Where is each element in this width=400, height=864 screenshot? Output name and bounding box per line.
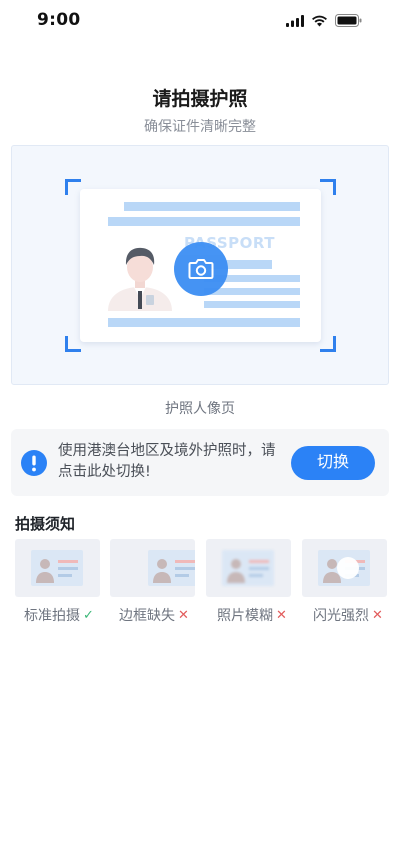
frame-corner-top-left — [65, 179, 81, 195]
passport-line — [124, 202, 300, 211]
frame-corner-top-right — [320, 179, 336, 195]
passport-line — [204, 301, 300, 308]
cross-icon: ✕ — [178, 607, 189, 623]
cross-icon: ✕ — [372, 607, 383, 623]
tip-thumbnail-standard — [15, 539, 100, 597]
person-portrait-icon — [108, 247, 172, 311]
frame-corner-bottom-right — [320, 336, 336, 352]
page-title: 请拍摄护照 — [152, 88, 248, 110]
tip-card — [222, 550, 274, 586]
tip-card — [31, 550, 83, 586]
tip-thumbnail-border-missing — [110, 539, 195, 597]
tip-label-text: 边框缺失 — [119, 608, 175, 624]
person-icon — [227, 559, 269, 583]
person-icon — [36, 559, 78, 583]
frame-corner-bottom-left — [65, 336, 81, 352]
notice-banner: 使用港澳台地区及境外护照时，请点击此处切换! 切换 — [11, 429, 389, 496]
tips-heading: 拍摄须知 — [15, 515, 76, 533]
capture-label: 护照人像页 — [165, 401, 235, 417]
signal-icon — [286, 14, 304, 27]
tip-card — [148, 550, 195, 586]
tip-label-standard: 标准拍摄 ✓ — [24, 605, 94, 625]
tip-card — [318, 550, 370, 586]
info-icon — [21, 450, 47, 476]
switch-button[interactable]: 切换 — [291, 446, 375, 480]
battery-icon — [335, 14, 362, 27]
tip-label-glare: 闪光强烈 ✕ — [313, 605, 383, 625]
tip-label-text: 照片模糊 — [217, 608, 273, 624]
status-time: 9:00 — [37, 10, 81, 30]
passport-capture-area[interactable]: PASSPORT — [11, 145, 389, 385]
wifi-icon — [312, 15, 327, 26]
passport-line — [108, 217, 300, 226]
tip-label-border-missing: 边框缺失 ✕ — [119, 605, 189, 625]
check-icon: ✓ — [83, 607, 94, 623]
tip-thumbnail-glare — [302, 539, 387, 597]
tip-thumbnail-blurry — [206, 539, 291, 597]
tip-label-blurry: 照片模糊 ✕ — [217, 605, 287, 625]
tip-label-text: 标准拍摄 — [24, 608, 80, 624]
page-subtitle: 确保证件清晰完整 — [144, 119, 256, 135]
camera-button[interactable] — [174, 242, 228, 296]
person-icon — [323, 557, 365, 583]
camera-icon — [188, 259, 214, 279]
tip-label-text: 闪光强烈 — [313, 608, 369, 624]
status-bar: 9:00 — [0, 0, 400, 44]
person-icon — [153, 559, 195, 583]
passport-line — [108, 318, 300, 327]
status-icons — [286, 14, 362, 27]
notice-text: 使用港澳台地区及境外护照时，请点击此处切换! — [58, 443, 276, 480]
cross-icon: ✕ — [276, 607, 287, 623]
